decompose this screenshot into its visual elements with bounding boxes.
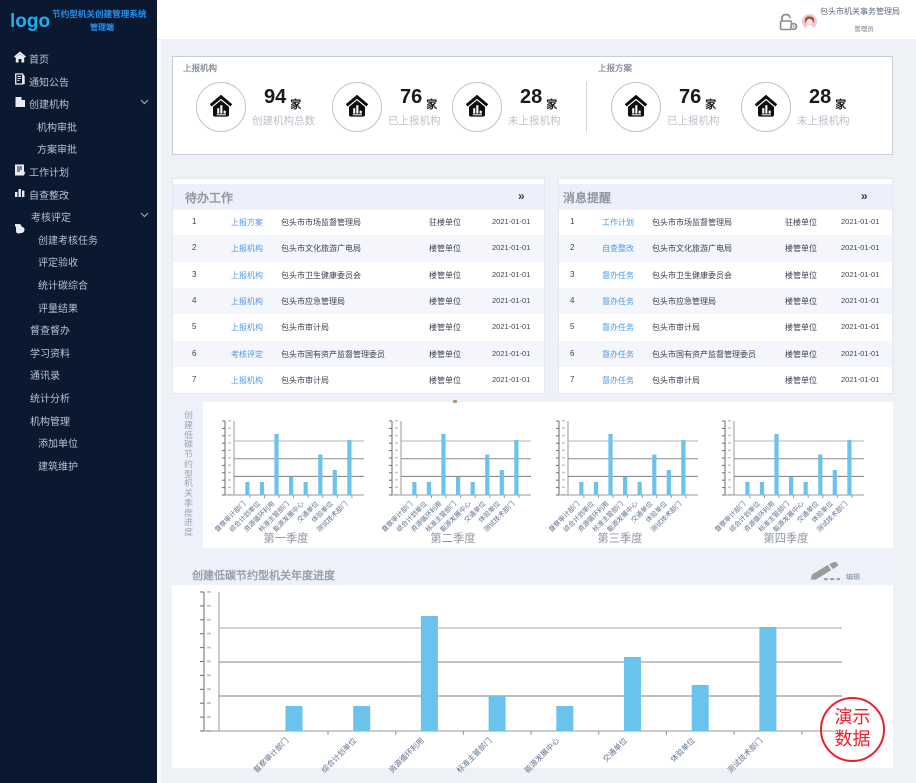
svg-text:标准主管部门: 标准主管部门 [454, 735, 493, 774]
svg-text:第二季度: 第二季度 [430, 531, 475, 545]
svg-text:第四季度: 第四季度 [764, 531, 809, 545]
svg-text:能源发展中心: 能源发展中心 [522, 735, 562, 775]
svg-text:综合计划单位: 综合计划单位 [319, 735, 359, 775]
svg-text:体验单位: 体验单位 [668, 735, 697, 764]
svg-text:第三季度: 第三季度 [597, 531, 642, 545]
svg-text:第一季度: 第一季度 [263, 531, 308, 545]
svg-text:测试技术部门: 测试技术部门 [725, 735, 764, 774]
svg-text:资源循环利用: 资源循环利用 [387, 735, 426, 774]
svg-text:督察审计部门: 督察审计部门 [251, 735, 290, 774]
svg-text:交通单位: 交通单位 [600, 735, 629, 764]
